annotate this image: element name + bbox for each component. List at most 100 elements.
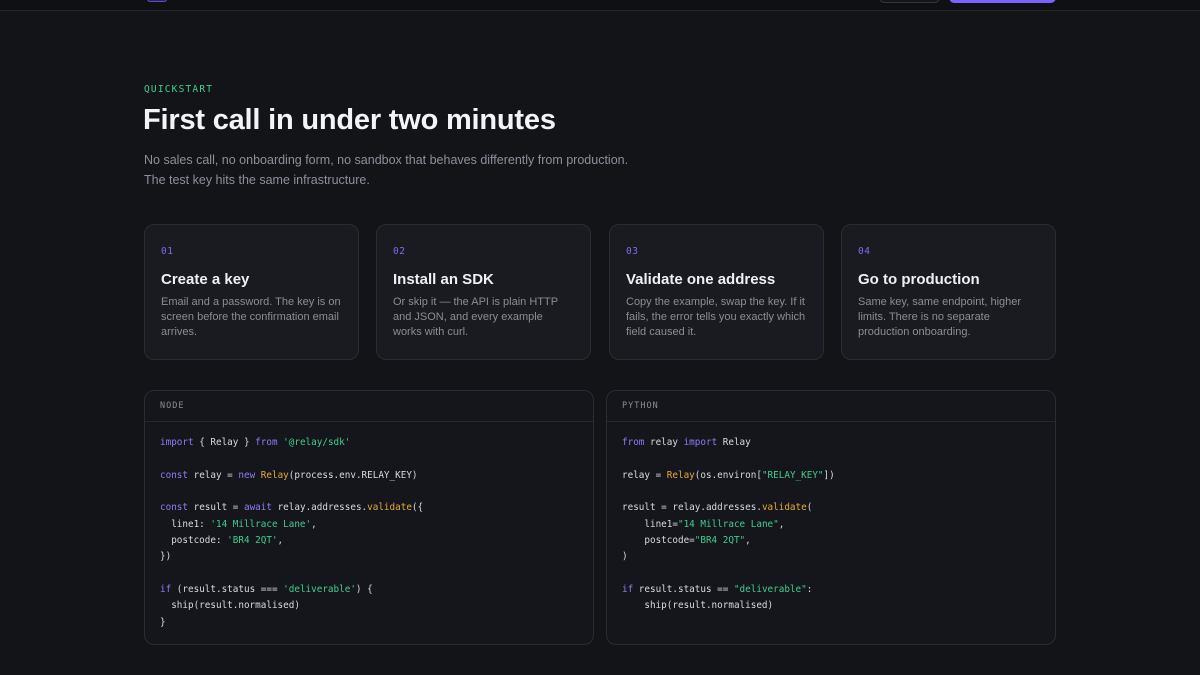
step-card-create-key: 01 Create a key Email and a password. Th… — [144, 224, 359, 360]
code-token: postcode: — [160, 535, 228, 547]
code-token: } — [160, 616, 166, 628]
section-subtitle: No sales call, no onboarding form, no sa… — [144, 151, 704, 190]
code-token: const — [160, 469, 188, 481]
code-token: relay = — [188, 469, 239, 481]
code-line: if result.status == "deliverable": — [622, 582, 1040, 598]
code-line: result = relay.addresses.validate( — [622, 500, 1040, 516]
step-title: Install an SDK — [393, 271, 494, 288]
code-token: (result.status === — [171, 584, 284, 596]
step-description: Copy the example, swap the key. If it fa… — [626, 296, 806, 338]
code-line: ) — [622, 549, 1040, 565]
step-card-install-sdk: 02 Install an SDK Or skip it — the API i… — [376, 224, 591, 360]
code-token: (os.environ[ — [694, 469, 762, 481]
section-eyebrow: QUICKSTART — [144, 84, 214, 95]
code-panel-python: PYTHON from relay import Relay relay = R… — [606, 390, 1056, 645]
code-token: '@relay/sdk' — [283, 437, 351, 448]
step-number: 01 — [161, 246, 174, 257]
code-token: ) { — [355, 584, 373, 596]
code-token: ship(result.normalised) — [622, 600, 774, 612]
code-token: (process.env.RELAY_KEY) — [288, 469, 418, 481]
code-token: await — [243, 502, 272, 514]
code-token: result = relay.addresses. — [622, 502, 762, 514]
code-token: ]) — [823, 469, 835, 481]
step-description: Same key, same endpoint, higher limits. … — [858, 296, 1022, 338]
code-token: "BR4 2QT" — [694, 535, 746, 547]
code-token: import — [160, 437, 194, 448]
code-token: from — [255, 437, 278, 448]
logo-icon[interactable] — [147, 0, 167, 2]
get-api-key-button[interactable] — [949, 0, 1056, 3]
code-line: line1="14 Millrace Lane", — [622, 517, 1040, 533]
code-token: validate — [761, 502, 807, 514]
code-token: line1: — [160, 518, 211, 530]
code-token: relay = — [622, 469, 667, 481]
code-language-label: NODE — [145, 391, 593, 422]
code-panel-node: NODE import { Relay } from '@relay/sdk' … — [144, 390, 594, 645]
steps-grid: 01 Create a key Email and a password. Th… — [144, 224, 1056, 360]
code-token: : — [806, 584, 813, 596]
code-line: }) — [160, 549, 578, 565]
code-token: "14 Millrace Lane" — [677, 518, 779, 530]
code-language-label: PYTHON — [607, 391, 1055, 422]
code-line: relay = Relay(os.environ["RELAY_KEY"]) — [622, 468, 1040, 484]
step-card-validate-address: 03 Validate one address Copy the example… — [609, 224, 824, 360]
code-token: ) — [622, 551, 628, 563]
sign-in-button[interactable] — [879, 0, 940, 3]
code-line: from relay import Relay — [622, 435, 1040, 451]
code-token: import — [683, 437, 718, 448]
step-number: 04 — [858, 246, 871, 257]
code-token: relay.addresses. — [271, 502, 368, 514]
code-token: Relay — [666, 469, 695, 481]
code-token: '14 Millrace Lane' — [210, 518, 312, 530]
code-token: "RELAY_KEY" — [761, 469, 824, 481]
code-line: if (result.status === 'deliverable') { — [160, 582, 578, 598]
code-token: result = — [188, 502, 244, 514]
section-title: First call in under two minutes — [143, 104, 556, 136]
code-token: const — [160, 502, 188, 514]
code-token: ( — [806, 502, 813, 514]
step-title: Go to production — [858, 271, 980, 288]
code-token: if — [160, 584, 172, 596]
code-token: , — [778, 518, 785, 530]
top-nav — [0, 0, 1200, 11]
code-token: result.status == — [633, 584, 734, 596]
code-token: Relay — [260, 469, 289, 481]
step-number: 02 — [393, 246, 406, 257]
code-line: ship(result.normalised) — [160, 598, 578, 614]
code-line: line1: '14 Millrace Lane', — [160, 517, 578, 533]
code-line: const result = await relay.addresses.val… — [160, 500, 578, 516]
step-title: Validate one address — [626, 271, 776, 288]
code-line: postcode="BR4 2QT", — [622, 533, 1040, 549]
subtitle-line: The test key hits the same infrastructur… — [144, 172, 370, 187]
code-token: line1= — [622, 518, 678, 530]
step-description: Or skip it — the API is plain HTTP and J… — [393, 296, 558, 338]
code-token: ({ — [411, 502, 424, 514]
step-description: Email and a password. The key is on scre… — [161, 296, 341, 338]
code-token: }) — [160, 551, 172, 563]
code-token: { Relay } — [193, 437, 256, 448]
code-token: 'deliverable' — [283, 584, 356, 596]
code-block[interactable]: from relay import Relay relay = Relay(os… — [607, 422, 1055, 615]
code-block[interactable]: import { Relay } from '@relay/sdk' const… — [145, 422, 593, 631]
subtitle-line: No sales call, no onboarding form, no sa… — [144, 153, 629, 167]
code-line: ship(result.normalised) — [622, 598, 1040, 614]
code-token: new — [238, 469, 256, 481]
step-title: Create a key — [161, 271, 250, 288]
code-token: , — [277, 535, 284, 547]
code-line: } — [160, 615, 578, 631]
step-card-go-to-production: 04 Go to production Same key, same endpo… — [841, 224, 1056, 360]
code-token: validate — [367, 502, 412, 514]
code-token: , — [745, 535, 751, 547]
step-number: 03 — [626, 246, 639, 257]
code-token: ship(result.normalised) — [160, 600, 300, 612]
code-token: from — [622, 437, 645, 448]
code-token: 'BR4 2QT' — [227, 535, 278, 547]
code-token: postcode= — [622, 535, 695, 547]
code-token: Relay — [717, 437, 751, 448]
